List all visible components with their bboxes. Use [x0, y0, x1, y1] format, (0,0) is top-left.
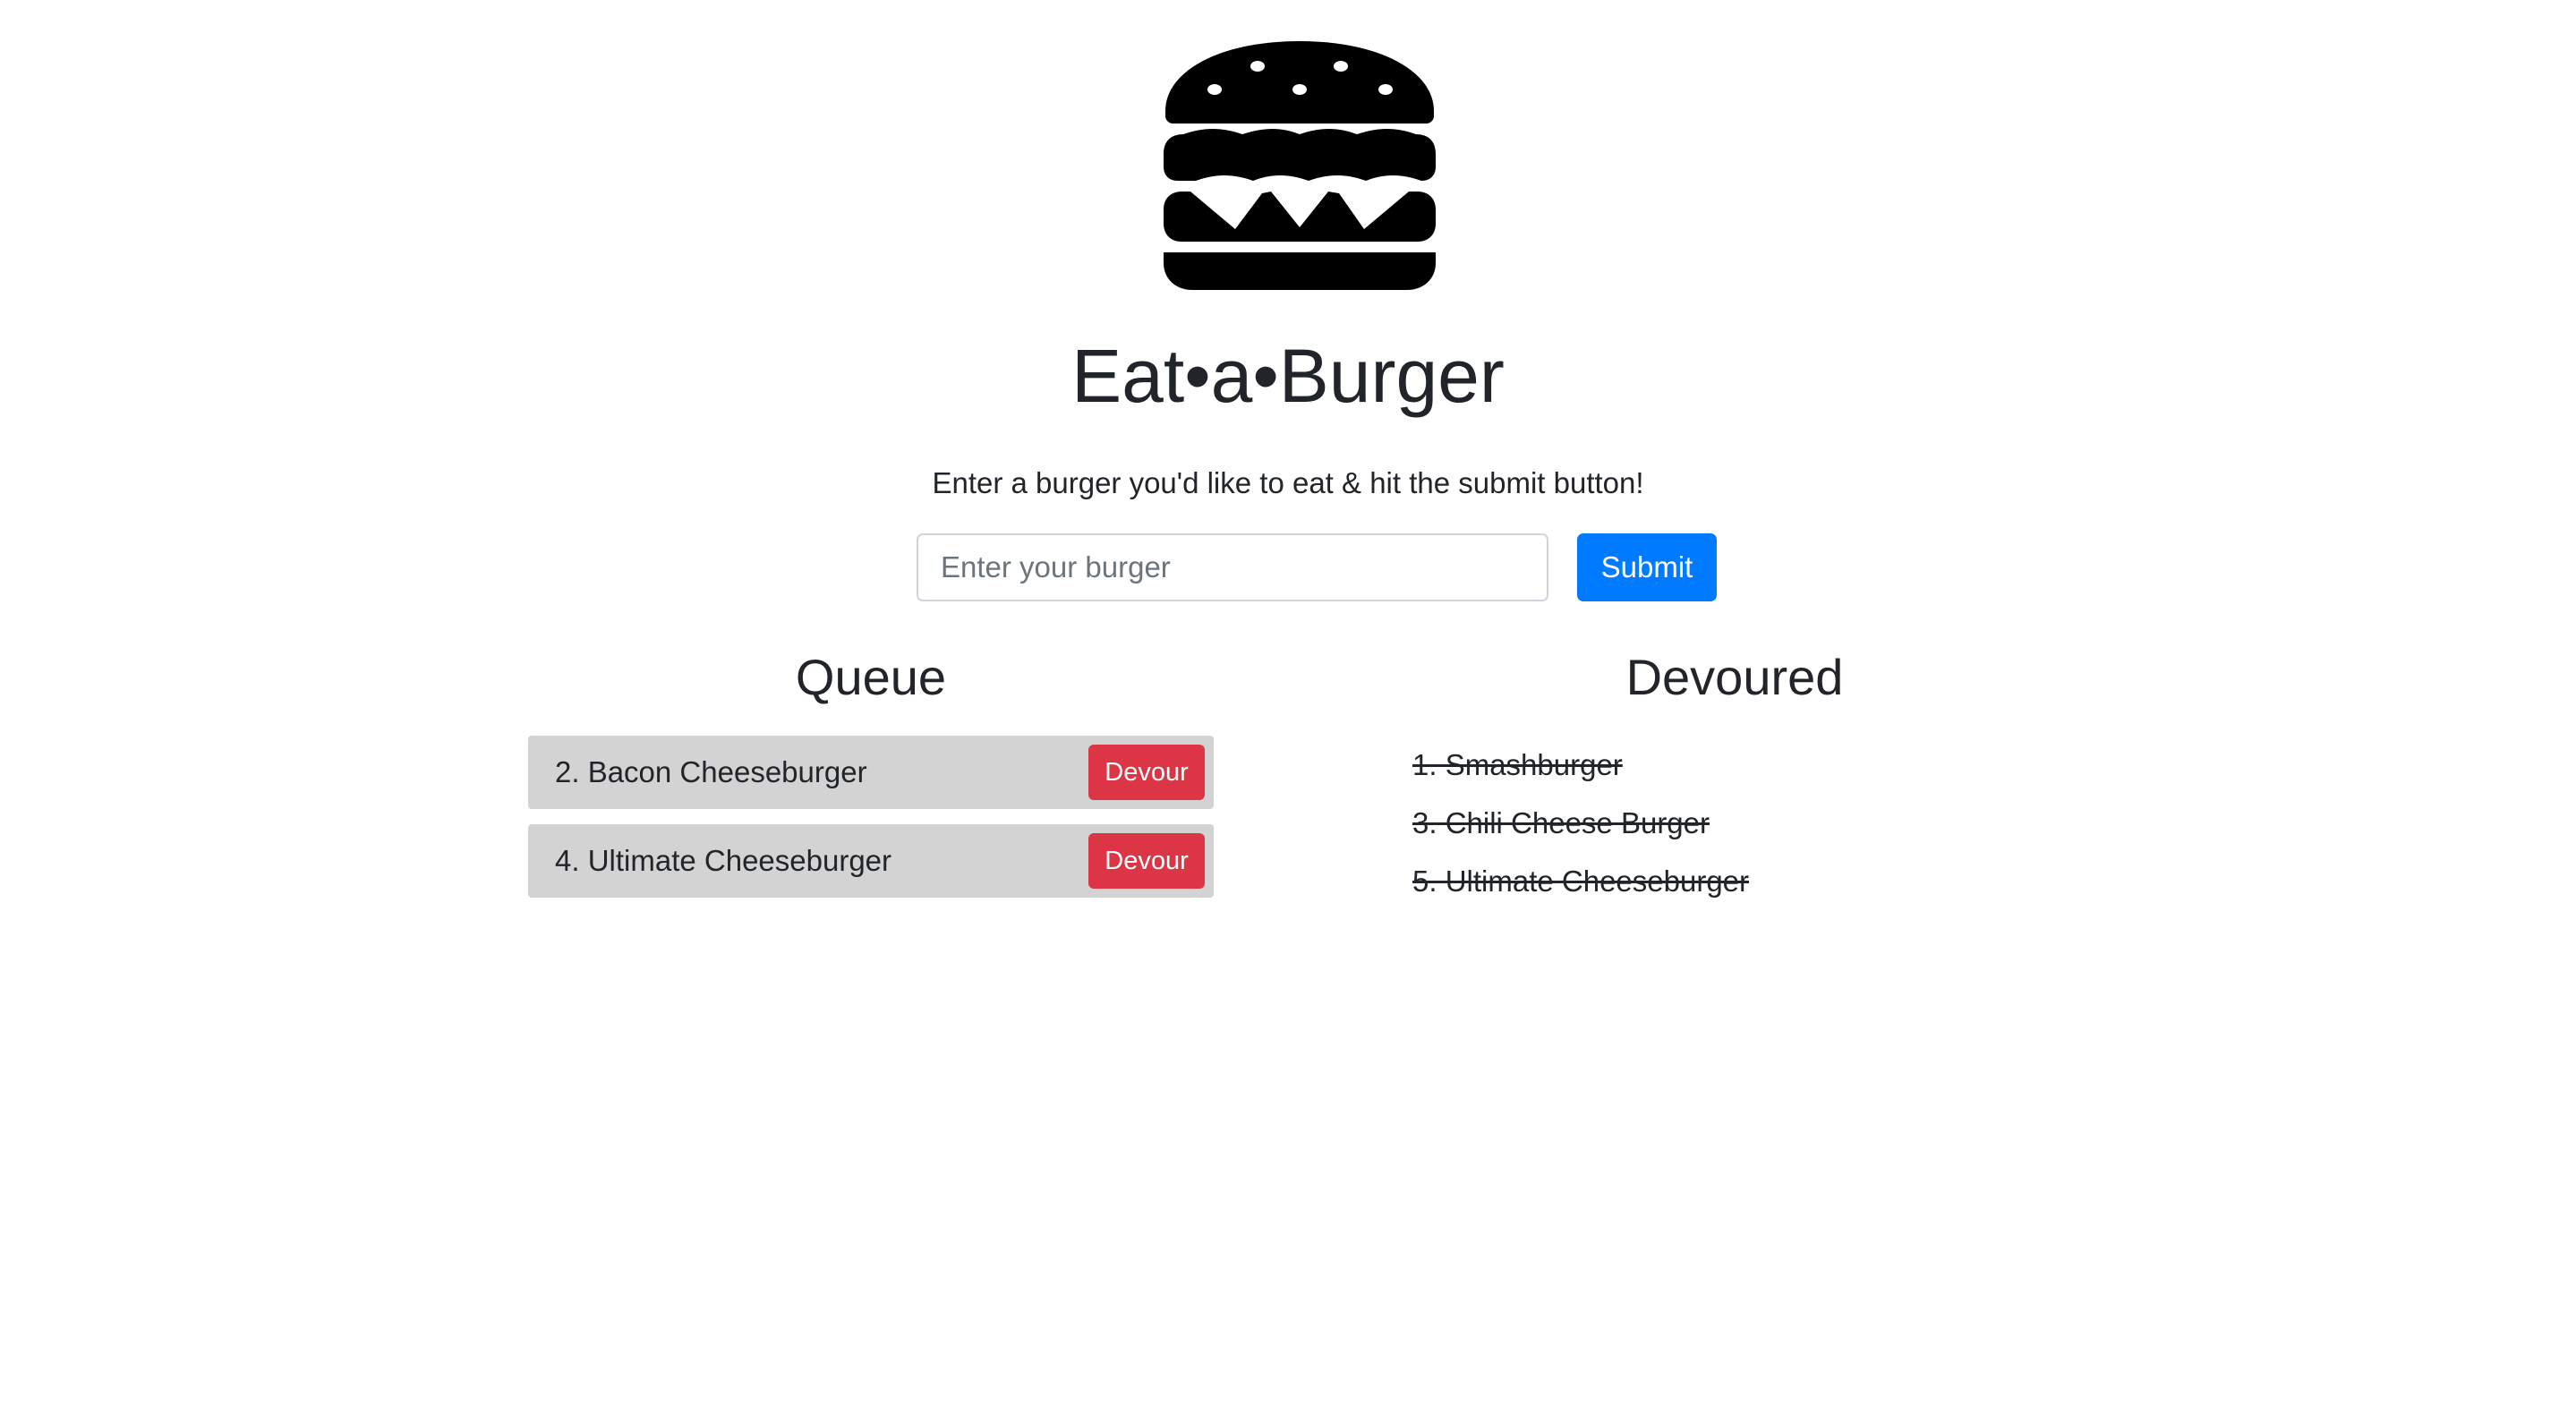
- page: Eat•a•Burger Enter a burger you'd like t…: [0, 0, 2576, 1414]
- page-title: Eat•a•Burger: [1071, 334, 1505, 418]
- devoured-heading: Devoured: [1625, 649, 1844, 705]
- instructions-text: Enter a burger you'd like to eat & hit t…: [932, 466, 1644, 499]
- queue-item: 2. Bacon Cheeseburger Devour: [528, 736, 1214, 809]
- devoured-item: 5. Ultimate Cheeseburger: [1412, 865, 1750, 898]
- burger-name-input[interactable]: [917, 533, 1548, 601]
- submit-button[interactable]: Submit: [1577, 533, 1717, 601]
- queue-list: 2. Bacon Cheeseburger Devour 4. Ultimate…: [528, 736, 1214, 913]
- burger-icon: [1164, 41, 1436, 290]
- devoured-list: 1. Smashburger 3. Chili Cheese Burger 5.…: [1412, 736, 1749, 910]
- devour-button[interactable]: Devour: [1088, 745, 1205, 800]
- queue-heading: Queue: [795, 649, 947, 705]
- queue-item-label: 4. Ultimate Cheeseburger: [555, 844, 892, 877]
- devoured-item: 1. Smashburger: [1412, 748, 1623, 781]
- devoured-item: 3. Chili Cheese Burger: [1412, 806, 1710, 839]
- queue-item: 4. Ultimate Cheeseburger Devour: [528, 824, 1214, 898]
- queue-item-label: 2. Bacon Cheeseburger: [555, 755, 867, 788]
- devour-button[interactable]: Devour: [1088, 833, 1205, 889]
